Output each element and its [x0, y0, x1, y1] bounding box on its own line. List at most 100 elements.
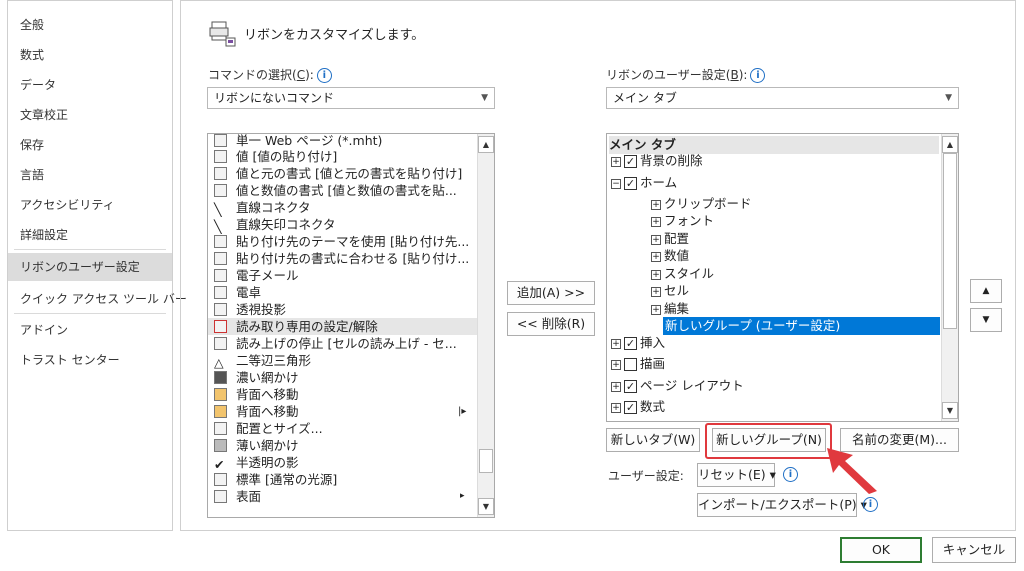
expand-icon[interactable]: + [651, 251, 661, 262]
tree-item-editing[interactable]: + 編集 [651, 300, 689, 318]
move-down-button[interactable]: ▼ [970, 308, 1002, 332]
red-arrow-annotation [827, 448, 877, 494]
list-item[interactable]: 電卓 [208, 284, 478, 301]
tree-item-number[interactable]: + 数値 [651, 247, 689, 265]
list-item[interactable]: ✔ 半透明の影 [208, 454, 478, 472]
ribbon-tree[interactable]: メイン タブ + ✓ 背景の削除 − ✓ ホーム + クリップボード + フォント + 配置 … [606, 133, 959, 422]
tree-item-formulas[interactable]: + ✓ 数式 [611, 398, 665, 416]
list-item[interactable]: 貼り付け先のテーマを使用 [貼り付け先... [208, 233, 478, 250]
checkbox[interactable]: ✓ [624, 380, 637, 393]
nav-item-quick-access-toolbar[interactable]: クイック アクセス ツール バー [8, 285, 187, 313]
import-export-dropdown-button[interactable]: インポート/エクスポート(P) ▾ [697, 493, 867, 517]
nav-item-save[interactable]: 保存 [8, 131, 172, 159]
expand-icon[interactable]: + [651, 286, 661, 297]
checkbox[interactable]: ✓ [624, 155, 637, 168]
list-item[interactable]: 標準 [通常の光源] [208, 471, 478, 488]
send-to-back-icon [214, 405, 227, 418]
expand-icon[interactable]: + [611, 359, 621, 370]
info-icon[interactable]: i [316, 68, 332, 83]
new-tab-button[interactable]: 新しいタブ(W) [606, 428, 700, 452]
tree-item-home[interactable]: − ✓ ホーム [611, 174, 677, 192]
info-icon[interactable]: i [863, 497, 878, 512]
expand-icon[interactable]: + [611, 381, 621, 392]
move-up-button[interactable]: ▲ [970, 279, 1002, 303]
list-item[interactable]: 薄い網かけ [208, 437, 478, 454]
nav-item-formulas[interactable]: 数式 [8, 41, 172, 69]
scroll-up-button[interactable]: ▲ [478, 136, 494, 153]
expand-icon[interactable]: + [651, 234, 661, 245]
commands-list[interactable]: 単一 Web ページ (*.mht) 値 [値の貼り付け] 値と元の書式 [値と… [207, 133, 495, 518]
list-item[interactable]: ╲ 直線コネクタ [208, 199, 478, 217]
tree-item-background-removal[interactable]: + ✓ 背景の削除 [611, 152, 703, 170]
list-item[interactable]: 単一 Web ページ (*.mht) [208, 134, 478, 149]
expand-icon[interactable]: + [651, 304, 661, 315]
scroll-thumb[interactable] [479, 449, 493, 473]
scroll-down-button[interactable]: ▼ [478, 498, 494, 515]
nav-item-general[interactable]: 全般 [8, 11, 172, 39]
nav-item-data[interactable]: データ [8, 71, 172, 99]
reset-dropdown-button[interactable]: リセット(E) ▾ [697, 463, 776, 487]
new-group-button[interactable]: 新しいグループ(N) [712, 428, 826, 452]
nav-item-customize-ribbon[interactable]: リボンのユーザー設定 [8, 253, 172, 281]
tree-item-styles[interactable]: + スタイル [651, 265, 714, 283]
list-item[interactable]: 値と数値の書式 [値と数値の書式を貼... [208, 182, 478, 199]
expand-icon[interactable]: + [611, 156, 621, 167]
ok-button[interactable]: OK [840, 537, 922, 563]
scroll-up-button[interactable]: ▲ [942, 136, 958, 153]
remove-button[interactable]: << 削除(R) [507, 312, 595, 336]
checkbox[interactable] [624, 358, 637, 371]
tree-item-insert[interactable]: + ✓ 挿入 [611, 334, 665, 352]
customize-ribbon-dropdown[interactable]: メイン タブ ▼ [606, 87, 959, 109]
list-item[interactable]: ╲ 直線矢印コネクタ [208, 216, 478, 234]
list-item[interactable]: 配置とサイズ... [208, 420, 478, 437]
list-item[interactable]: 値 [値の貼り付け] [208, 148, 478, 165]
checkbox[interactable]: ✓ [624, 401, 637, 414]
list-item[interactable]: 背面へ移動 [208, 386, 478, 403]
scroll-down-button[interactable]: ▼ [942, 402, 958, 419]
info-icon[interactable]: i [783, 467, 798, 482]
list-item[interactable]: 読み上げの停止 [セルの読み上げ - セ... [208, 335, 478, 352]
triangle-icon: △ [214, 355, 224, 370]
nav-item-language[interactable]: 言語 [8, 161, 172, 189]
list-item[interactable]: 表面 ▸ [208, 488, 478, 505]
tree-item-alignment[interactable]: + 配置 [651, 230, 689, 248]
list-item[interactable]: 電子メール [208, 267, 478, 284]
ribbon-tree-scrollbar[interactable]: ▲ ▼ [941, 134, 958, 421]
tree-item-new-group-selected[interactable]: 新しいグループ (ユーザー設定) [663, 317, 940, 335]
commands-scrollbar[interactable]: ▲ ▼ [477, 134, 494, 517]
checkbox[interactable]: ✓ [624, 337, 637, 350]
list-item[interactable]: 貼り付け先の書式に合わせる [貼り付け... [208, 250, 478, 267]
collapse-icon[interactable]: − [611, 178, 621, 189]
list-item-selected[interactable]: 読み取り専用の設定/解除 [208, 318, 478, 335]
scroll-thumb[interactable] [943, 153, 957, 329]
nav-divider [14, 313, 166, 314]
tree-item-clipboard[interactable]: + クリップボード [651, 195, 752, 213]
expand-icon[interactable]: + [611, 338, 621, 349]
nav-item-advanced[interactable]: 詳細設定 [8, 221, 172, 249]
list-item[interactable]: 値と元の書式 [値と元の書式を貼り付け] [208, 165, 478, 182]
list-item[interactable]: 背面へ移動 |▸ [208, 403, 478, 420]
tree-item-page-layout[interactable]: + ✓ ページ レイアウト [611, 377, 744, 395]
list-item[interactable]: 濃い網かけ [208, 369, 478, 386]
read-only-icon [214, 320, 227, 333]
expand-icon[interactable]: + [611, 402, 621, 413]
cancel-button[interactable]: キャンセル [932, 537, 1016, 563]
expand-icon[interactable]: + [651, 269, 661, 280]
expand-icon[interactable]: + [651, 216, 661, 227]
choose-commands-dropdown[interactable]: リボンにないコマンド ▼ [207, 87, 495, 109]
nav-item-proofing[interactable]: 文章校正 [8, 101, 172, 129]
tree-item-font[interactable]: + フォント [651, 212, 714, 230]
tree-item-cells[interactable]: + セル [651, 282, 689, 300]
nav-item-accessibility[interactable]: アクセシビリティ [8, 191, 172, 219]
expand-icon[interactable]: + [651, 199, 661, 210]
list-item[interactable]: 透視投影 [208, 301, 478, 318]
nav-item-addins[interactable]: アドイン [8, 316, 172, 344]
add-button[interactable]: 追加(A) >> [507, 281, 595, 305]
list-item[interactable]: △ 二等辺三角形 [208, 352, 478, 370]
checkbox[interactable]: ✓ [624, 177, 637, 190]
tree-item-draw[interactable]: + 描画 [611, 355, 665, 373]
info-icon[interactable]: i [750, 68, 766, 83]
nav-item-trust-center[interactable]: トラスト センター [8, 346, 172, 374]
checkmark-icon: ✔ [214, 457, 225, 472]
customize-ribbon-label: リボンのユーザー設定(B): i [606, 66, 766, 83]
